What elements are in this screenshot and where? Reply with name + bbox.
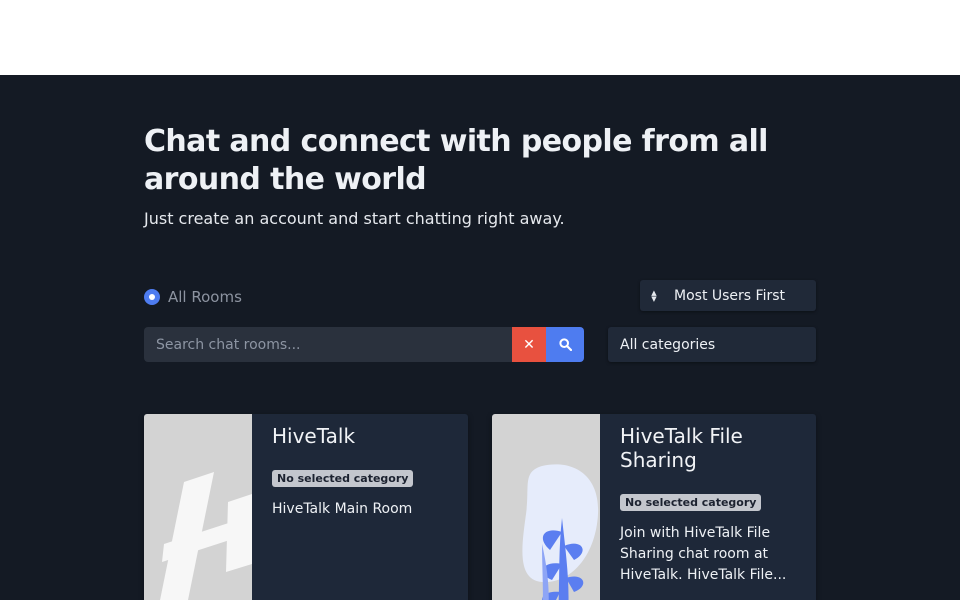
category-badge: No selected category xyxy=(620,494,762,511)
all-rooms-label[interactable]: All Rooms xyxy=(168,288,242,306)
hero-subtitle: Just create an account and start chattin… xyxy=(144,209,565,228)
all-rooms-radio[interactable]: All Rooms xyxy=(144,288,242,306)
close-icon: ✕ xyxy=(523,336,535,353)
category-select[interactable]: All categories xyxy=(608,327,816,362)
sort-label: Most Users First xyxy=(674,287,785,304)
room-card-body: HiveTalk File Sharing No selected catego… xyxy=(620,424,804,586)
radio-checked-icon[interactable] xyxy=(144,289,160,305)
room-name[interactable]: HiveTalk xyxy=(272,424,456,448)
room-description: Join with HiveTalk File Sharing chat roo… xyxy=(620,525,787,583)
hero-title: Chat and connect with people from all ar… xyxy=(144,124,768,197)
category-badge: No selected category xyxy=(272,470,414,487)
search-row: ✕ All categories xyxy=(144,327,816,362)
room-thumbnail xyxy=(144,414,252,600)
room-thumbnail xyxy=(492,414,600,600)
top-navbar xyxy=(0,0,960,75)
room-name[interactable]: HiveTalk File Sharing xyxy=(620,424,804,472)
search-icon xyxy=(558,338,572,351)
room-card[interactable]: HiveTalk No selected category HiveTalk M… xyxy=(144,414,468,600)
clear-search-button[interactable]: ✕ xyxy=(512,327,546,362)
radio-dot xyxy=(149,294,155,300)
filter-row: All Rooms ▲ ▼ Most Users First xyxy=(144,280,816,312)
room-card[interactable]: HiveTalk File Sharing No selected catego… xyxy=(492,414,816,600)
room-description: HiveTalk Main Room xyxy=(272,501,413,517)
file-sharing-illustration-image xyxy=(522,464,599,600)
sort-button[interactable]: ▲ ▼ Most Users First xyxy=(640,280,816,311)
main-section: Chat and connect with people from all ar… xyxy=(0,75,960,600)
search-button[interactable] xyxy=(546,327,584,362)
category-select-label: All categories xyxy=(620,336,716,353)
room-card-body: HiveTalk No selected category HiveTalk M… xyxy=(272,424,456,520)
search-input[interactable] xyxy=(144,327,512,362)
sort-icon: ▲ ▼ xyxy=(651,288,657,303)
hivetalk-logo-image xyxy=(160,472,252,600)
